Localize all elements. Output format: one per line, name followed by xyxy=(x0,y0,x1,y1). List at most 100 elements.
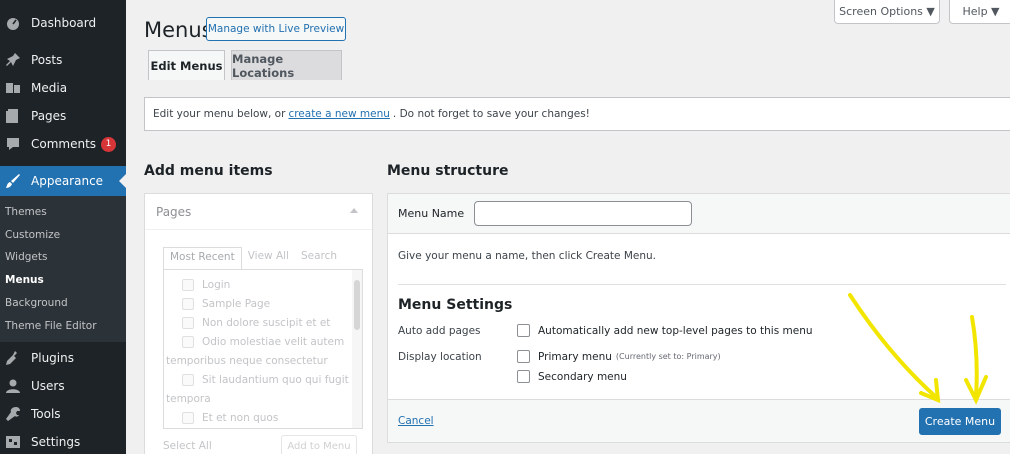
cancel-link[interactable]: Cancel xyxy=(398,415,434,427)
menu-hint-text: Give your menu a name, then click Create… xyxy=(398,250,656,262)
create-new-menu-link[interactable]: create a new menu xyxy=(288,108,389,120)
sidebar-item-label: Pages xyxy=(31,109,67,123)
tab-most-recent[interactable]: Most Recent xyxy=(163,247,242,269)
menu-name-input[interactable] xyxy=(474,201,693,226)
scrollbar-thumb[interactable] xyxy=(354,280,360,330)
primary-menu-checkbox[interactable] xyxy=(517,350,530,363)
submenu-item-themes[interactable]: Themes xyxy=(5,206,47,218)
sidebar-item-tools[interactable]: Tools xyxy=(0,401,126,427)
checkbox[interactable] xyxy=(182,336,194,348)
auto-add-label: Auto add pages xyxy=(398,325,481,337)
menu-name-row: Menu Name xyxy=(388,194,1010,234)
sidebar-item-comments[interactable]: Comments 1 xyxy=(0,131,126,157)
submenu-item-theme-file-editor[interactable]: Theme File Editor xyxy=(5,320,97,332)
menu-name-label: Menu Name xyxy=(398,207,465,220)
list-item-label: Sample Page xyxy=(202,298,271,310)
list-item-wrap: temporibus neque consectetur xyxy=(166,355,328,367)
primary-menu-note: (Currently set to: Primary) xyxy=(615,352,721,361)
sidebar-item-users[interactable]: Users xyxy=(0,373,126,399)
list-item-label: Sit laudantium quo qui fugit xyxy=(202,374,349,386)
secondary-menu-label: Secondary menu xyxy=(538,370,627,383)
brush-icon xyxy=(6,174,20,188)
sidebar-item-label: Comments xyxy=(31,137,97,151)
secondary-menu-option[interactable]: Secondary menu xyxy=(517,370,627,383)
comment-count-badge: 1 xyxy=(101,136,117,152)
list-item[interactable]: Login xyxy=(182,279,230,291)
pages-list: Login Sample Page Non dolore suscipit et… xyxy=(163,269,363,429)
sidebar-item-label: Dashboard xyxy=(31,16,97,30)
tab-manage-locations[interactable]: Manage Locations xyxy=(231,50,342,80)
sidebar-item-posts[interactable]: Posts xyxy=(0,47,126,73)
page-title: Menus xyxy=(144,18,213,42)
collapse-arrow-icon[interactable] xyxy=(350,208,358,213)
pages-section-title: Pages xyxy=(156,204,192,219)
live-preview-button[interactable]: Manage with Live Preview xyxy=(206,17,346,41)
primary-menu-option[interactable]: Primary menu (Currently set to: Primary) xyxy=(517,350,721,363)
checkbox[interactable] xyxy=(182,298,194,310)
pages-accordion: Pages Most Recent View All Search Login … xyxy=(144,193,373,454)
scrollbar[interactable] xyxy=(352,270,362,428)
sidebar-item-media[interactable]: Media xyxy=(0,75,126,101)
main-content: Menus Manage with Live Preview Screen Op… xyxy=(126,0,1010,454)
sidebar-item-label: Tools xyxy=(31,407,61,421)
submenu-item-customize[interactable]: Customize xyxy=(5,229,60,241)
comment-icon xyxy=(7,138,19,150)
submenu-item-background[interactable]: Background xyxy=(5,297,68,309)
notice-text-after: . Do not forget to save your changes! xyxy=(392,108,590,120)
checkbox[interactable] xyxy=(182,279,194,291)
wrench-icon xyxy=(6,407,20,421)
sidebar-item-dashboard[interactable]: Dashboard xyxy=(0,10,126,36)
pages-accordion-header[interactable]: Pages xyxy=(145,194,372,230)
tab-edit-menus[interactable]: Edit Menus xyxy=(148,50,225,80)
add-to-menu-button[interactable]: Add to Menu xyxy=(281,435,357,454)
checkbox[interactable] xyxy=(182,412,194,424)
list-item[interactable]: Non dolore suscipit et et xyxy=(182,317,330,329)
list-item-wrap: tempora xyxy=(166,393,211,405)
list-item-label: Login xyxy=(202,279,231,291)
submenu-item-widgets[interactable]: Widgets xyxy=(5,251,47,263)
select-all-checkbox[interactable]: Select All xyxy=(163,440,212,452)
user-icon xyxy=(6,379,20,393)
notice-box: Edit your menu below, or create a new me… xyxy=(144,97,1010,131)
sidebar-item-label: Appearance xyxy=(31,174,104,188)
settings-icon xyxy=(6,436,20,448)
dashboard-icon xyxy=(7,18,19,30)
media-icon xyxy=(6,83,20,93)
auto-add-option-label: Automatically add new top-level pages to… xyxy=(538,324,813,337)
pages-icon xyxy=(6,109,18,123)
list-item-label: Odio molestiae velit autem xyxy=(202,336,345,348)
list-item[interactable]: Et et non quos xyxy=(182,412,278,424)
display-location-label: Display location xyxy=(398,351,482,363)
create-menu-button[interactable]: Create Menu xyxy=(919,408,1001,435)
list-item-label: Et et non quos xyxy=(202,412,279,424)
sidebar-item-pages[interactable]: Pages xyxy=(0,103,126,129)
sidebar-item-appearance[interactable]: Appearance xyxy=(0,166,126,196)
sidebar-item-plugins[interactable]: Plugins xyxy=(0,345,126,371)
screen-options-button[interactable]: Screen Options ▼ xyxy=(834,0,940,24)
submenu-item-menus[interactable]: Menus xyxy=(5,274,44,286)
sidebar-item-settings[interactable]: Settings xyxy=(0,429,126,454)
help-button[interactable]: Help ▼ xyxy=(949,0,1010,24)
sidebar-item-label: Media xyxy=(31,81,68,95)
sidebar-item-label: Plugins xyxy=(31,351,74,365)
sidebar-item-label: Posts xyxy=(31,53,63,67)
list-item-label: Non dolore suscipit et et xyxy=(202,317,331,329)
plug-icon xyxy=(6,351,17,365)
add-menu-items-heading: Add menu items xyxy=(144,163,273,179)
checkbox[interactable] xyxy=(182,317,194,329)
sidebar-item-label: Settings xyxy=(31,435,81,449)
tab-view-all[interactable]: View All xyxy=(242,247,295,269)
menu-settings-heading: Menu Settings xyxy=(398,297,513,313)
list-item[interactable]: Sample Page xyxy=(182,298,270,310)
secondary-menu-checkbox[interactable] xyxy=(517,370,530,383)
admin-sidebar: Dashboard Posts Media Pages Comments 1 A… xyxy=(0,0,126,454)
notice-text: Edit your menu below, or xyxy=(153,108,286,120)
auto-add-checkbox[interactable] xyxy=(517,324,530,337)
tab-search[interactable]: Search xyxy=(295,247,343,269)
list-item[interactable]: Sit laudantium quo qui fugit xyxy=(182,374,349,386)
sidebar-item-label: Users xyxy=(31,379,65,393)
list-item[interactable]: Odio molestiae velit autem xyxy=(182,336,344,348)
primary-menu-label: Primary menu xyxy=(538,350,612,363)
checkbox[interactable] xyxy=(182,374,194,386)
auto-add-option[interactable]: Automatically add new top-level pages to… xyxy=(517,324,813,337)
